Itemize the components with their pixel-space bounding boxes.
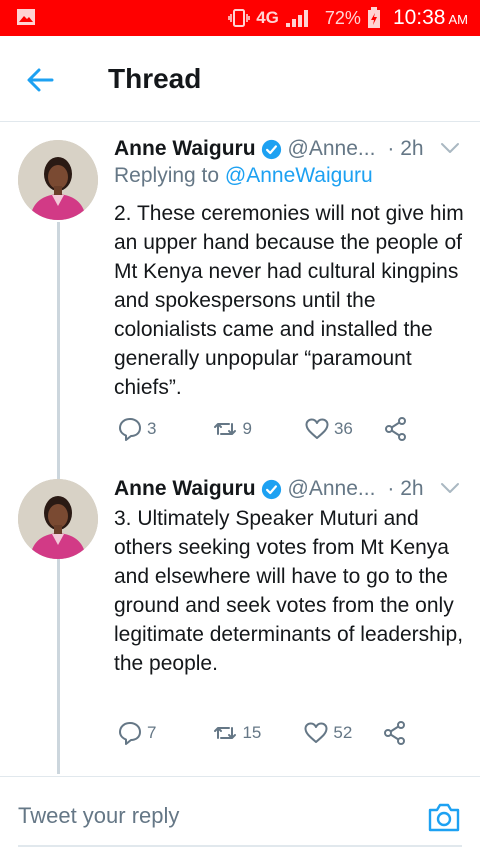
share-icon [384,721,406,745]
reply-button[interactable]: 7 [117,720,156,746]
reply-icon [119,418,141,441]
tweet-header: Anne Waiguru @Anne... · 2h [114,474,464,504]
camera-icon[interactable] [427,801,461,833]
share-button[interactable] [382,720,408,746]
like-count: 52 [333,723,353,742]
reply-icon [119,722,141,745]
battery-icon [367,7,380,28]
author-handle[interactable]: @Anne... [288,477,376,501]
tweet-text: 2. These ceremonies will not give him an… [114,202,464,399]
avatar[interactable] [18,479,98,559]
reply-count: 7 [147,723,157,742]
replying-to-handle[interactable]: @AnneWaiguru [225,164,373,187]
replying-to: Replying to @AnneWaiguru [114,164,373,188]
reply-input[interactable] [18,803,408,829]
replying-to-label: Replying to [114,164,220,187]
retweet-icon [214,727,237,739]
clock: 10:38 [392,6,446,29]
tweet-header: Anne Waiguru @Anne... · 2h [114,134,464,164]
network-type: 4G [256,8,279,27]
vibrate-icon [228,9,251,27]
avatar[interactable] [18,140,98,220]
profile-photo [18,140,98,220]
heart-icon [305,418,329,439]
like-button[interactable]: 36 [304,416,353,442]
status-bar: 4G 72% 10:38 AM [0,0,480,36]
retweet-count: 15 [242,723,262,742]
page-title: Thread [108,63,202,94]
tweet-time: · 2h [387,477,424,500]
signal-icon [285,10,308,27]
tweet[interactable]: Anne Waiguru @Anne... · 2h 3. Ultimately… [0,474,480,770]
reply-composer [0,776,480,854]
reply-button[interactable]: 3 [117,416,156,442]
profile-photo [18,479,98,559]
tweet-actions: 3 9 36 [117,416,409,442]
author-name[interactable]: Anne Waiguru [114,477,256,501]
status-indicators: 4G 72% 10:38 AM [228,0,468,36]
retweet-button[interactable]: 9 [212,416,252,442]
verified-badge-icon [261,479,281,499]
retweet-button[interactable]: 15 [212,720,261,746]
like-button[interactable]: 52 [303,720,352,746]
tweet[interactable]: Anne Waiguru @Anne... · 2h Replying to @… [0,134,480,454]
retweet-count: 9 [242,419,252,438]
chevron-down-icon[interactable] [440,481,460,495]
gallery-icon [17,9,35,25]
author-name[interactable]: Anne Waiguru [114,137,256,161]
retweet-icon [214,423,237,435]
heart-icon [304,722,328,743]
share-icon [384,417,406,441]
clock-am-pm: AM [448,12,469,27]
tweet-text: 3. Ultimately Speaker Muturi and others … [114,507,464,675]
battery-percent: 72% [324,7,361,28]
like-count: 36 [333,419,353,438]
header: Thread [0,36,480,122]
verified-badge-icon [261,139,281,159]
tweet-time: · 2h [387,137,424,160]
tweet-actions: 7 15 52 [117,720,408,746]
arrow-left-icon[interactable] [22,62,58,98]
reply-input-underline [18,845,462,847]
share-button[interactable] [383,416,409,442]
author-handle[interactable]: @Anne... [288,137,376,161]
reply-count: 3 [147,419,157,438]
chevron-down-icon[interactable] [440,141,460,155]
